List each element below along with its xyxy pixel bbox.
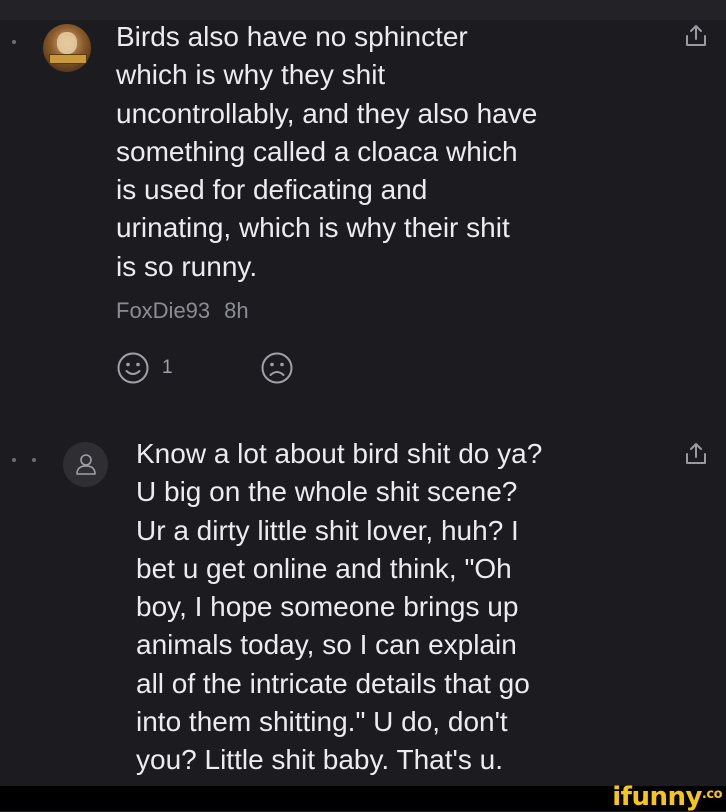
comment-meta: FoxDie93 8h <box>116 298 249 324</box>
top-strip <box>0 0 726 20</box>
comment-text: Birds also have no sphincter which is wh… <box>116 21 538 282</box>
smile-reaction-button[interactable]: 1 <box>116 350 173 386</box>
thread-depth-dot <box>12 458 16 462</box>
thread-depth-dot <box>12 40 16 44</box>
smile-count: 1 <box>162 357 173 378</box>
avatar-face <box>57 32 77 54</box>
smile-icon <box>117 352 149 384</box>
share-icon[interactable] <box>682 22 710 50</box>
frown-icon <box>261 352 293 384</box>
username[interactable]: FoxDie93 <box>116 298 210 323</box>
ifunny-logo: ifunny.co <box>612 782 722 812</box>
avatar-badge <box>49 54 87 64</box>
user-icon <box>76 454 96 475</box>
frown-reaction-button[interactable] <box>260 350 294 386</box>
share-icon[interactable] <box>682 440 710 468</box>
thread-depth-dot <box>32 458 36 462</box>
comment-text: Know a lot about bird shit do ya? U big … <box>136 438 543 776</box>
avatar[interactable] <box>43 24 91 72</box>
default-avatar[interactable] <box>63 442 108 487</box>
timestamp: 8h <box>224 298 249 323</box>
